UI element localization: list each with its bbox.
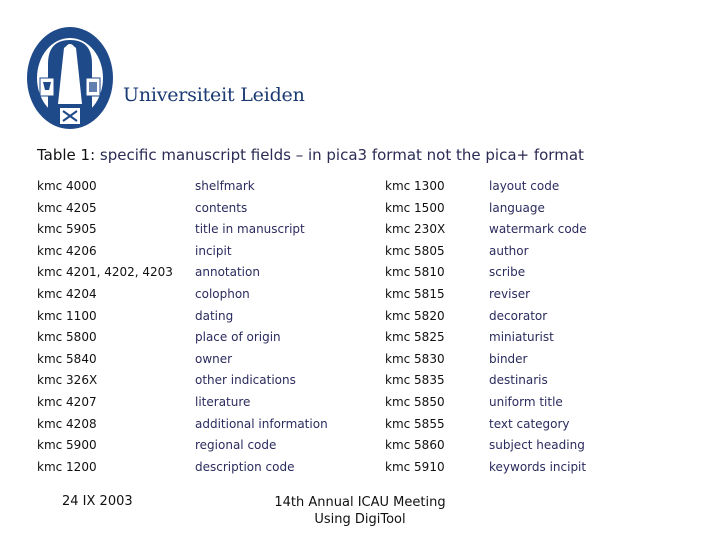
field-code: kmc 5825: [385, 330, 445, 345]
field-code: kmc 326X: [37, 373, 98, 388]
field-code: kmc 5820: [385, 308, 445, 323]
field-code: kmc 1100: [37, 308, 97, 323]
footer-meeting-subtitle: Using DigiTool: [314, 512, 406, 527]
field-name: reviser: [489, 286, 531, 301]
field-code: kmc 5800: [37, 330, 97, 345]
field-name: contents: [195, 200, 248, 215]
field-code: kmc 5835: [385, 373, 445, 388]
field-code: kmc 4201, 4202, 4203: [37, 265, 173, 280]
field-name: layout code: [489, 179, 560, 193]
field-name: other indications: [195, 373, 296, 388]
field-code: kmc 4204: [37, 286, 97, 301]
field-code: kmc 5900: [37, 438, 97, 453]
table-title-lead: Table 1:: [37, 146, 96, 164]
field-code: kmc 5815: [385, 286, 445, 301]
field-name: watermark code: [489, 222, 587, 237]
field-name: title in manuscript: [195, 222, 305, 237]
field-name: keywords incipit: [489, 459, 587, 474]
field-name: decorator: [489, 308, 548, 323]
field-code: kmc 5805: [385, 243, 445, 258]
field-name: text category: [489, 416, 570, 431]
field-name: scribe: [489, 265, 526, 280]
field-code: kmc 4206: [37, 243, 97, 258]
field-code: kmc 5905: [37, 222, 97, 237]
field-name: destinaris: [489, 373, 548, 388]
field-code: kmc 4207: [37, 394, 97, 409]
field-name: incipit: [195, 243, 232, 258]
field-name: additional information: [195, 416, 328, 431]
field-name: description code: [195, 459, 295, 474]
field-code: kmc 5830: [385, 351, 445, 366]
field-code: kmc 1500: [385, 200, 445, 215]
table-title: Table 1: specific manuscript fields – in…: [37, 146, 584, 164]
footer-meeting: 14th Annual ICAU Meeting Using DigiTool: [260, 494, 460, 528]
field-name: author: [489, 243, 529, 258]
field-name: annotation: [195, 265, 260, 280]
brand-name: Universiteit Leiden: [123, 84, 305, 106]
field-code: kmc 1200: [37, 459, 97, 474]
field-code: kmc 4000: [37, 179, 97, 193]
field-name: literature: [195, 394, 251, 409]
field-code: kmc 230X: [385, 222, 446, 237]
field-name: owner: [195, 351, 233, 366]
table-title-text: specific manuscript fields – in pica3 fo…: [95, 146, 584, 164]
field-name: language: [489, 200, 545, 215]
field-name: miniaturist: [489, 330, 554, 345]
field-name: shelfmark: [195, 179, 255, 193]
field-code: kmc 5910: [385, 459, 445, 474]
field-name: binder: [489, 351, 528, 366]
field-code: kmc 5860: [385, 438, 445, 453]
field-name: place of origin: [195, 330, 281, 345]
field-name: colophon: [195, 286, 250, 301]
field-name: regional code: [195, 438, 277, 453]
footer-meeting-title: 14th Annual ICAU Meeting: [274, 495, 446, 510]
field-code: kmc 5855: [385, 416, 445, 431]
footer-date: 24 IX 2003: [62, 494, 133, 509]
field-code: kmc 1300: [385, 179, 445, 193]
field-code: kmc 4208: [37, 416, 97, 431]
field-code: kmc 5810: [385, 265, 445, 280]
field-code: kmc 5840: [37, 351, 97, 366]
field-name: subject heading: [489, 438, 585, 453]
field-name: dating: [195, 308, 234, 323]
field-code: kmc 4205: [37, 200, 97, 215]
field-code: kmc 5850: [385, 394, 445, 409]
university-seal-icon: [26, 26, 114, 130]
field-name: uniform title: [489, 394, 563, 409]
